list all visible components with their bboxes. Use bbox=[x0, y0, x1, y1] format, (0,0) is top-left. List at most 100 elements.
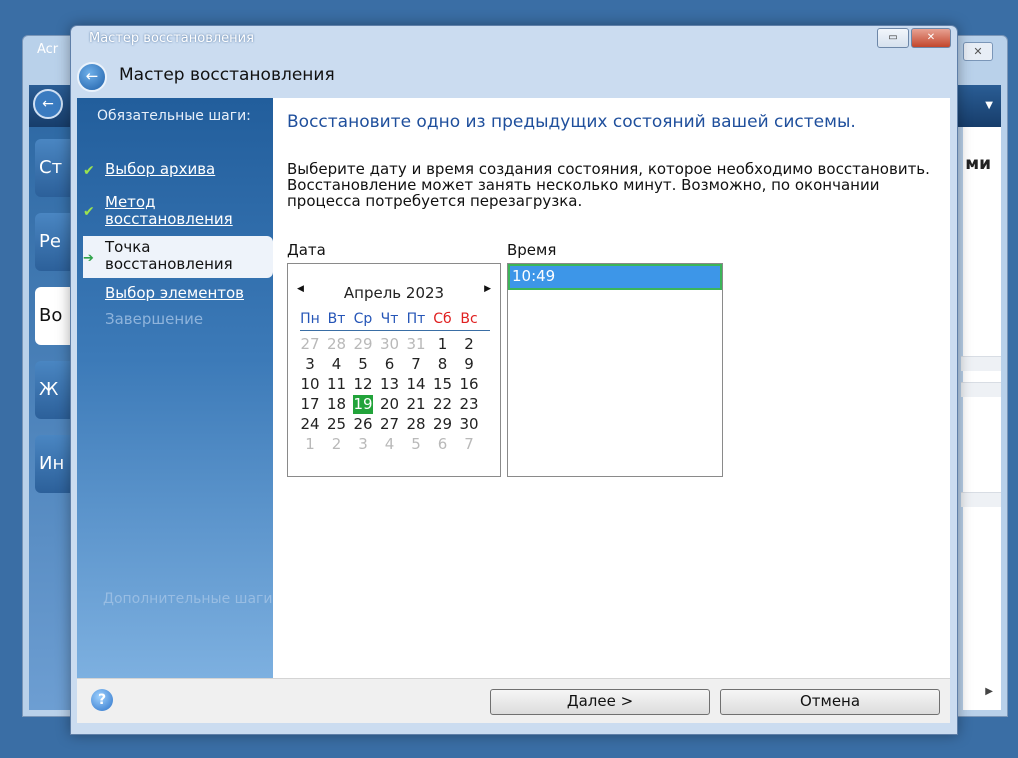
help-icon[interactable]: ? bbox=[91, 689, 113, 711]
next-button[interactable]: Далее > bbox=[490, 689, 710, 715]
calendar-day: 27 bbox=[300, 335, 320, 353]
previous-month-icon[interactable]: ◀ bbox=[297, 284, 304, 294]
step-label[interactable]: Выбор элементов bbox=[105, 285, 244, 302]
calendar-day[interactable]: 28 bbox=[406, 415, 426, 434]
calendar-weekdays: Пн Вт Ср Чт Пт Сб Вс bbox=[300, 310, 490, 331]
step-restore-method[interactable]: ✔ Метод восстановления bbox=[77, 194, 273, 234]
content-description: Выберите дату и время создания состояния… bbox=[287, 160, 930, 210]
window-controls: ▭ ✕ bbox=[877, 28, 951, 48]
calendar-day[interactable]: 11 bbox=[327, 375, 347, 394]
calendar-day[interactable]: 14 bbox=[406, 375, 426, 394]
checkmark-icon: ✔ bbox=[83, 163, 95, 179]
background-dropdown-icon[interactable]: ▼ bbox=[985, 100, 993, 111]
calendar-day: 29 bbox=[353, 335, 373, 353]
close-icon[interactable]: ✕ bbox=[911, 28, 951, 48]
calendar-day[interactable]: 7 bbox=[406, 355, 426, 374]
wizard-steps-sidebar: Обязательные шаги: ✔ Выбор архива ✔ Мето… bbox=[77, 98, 273, 678]
step-label: Точка восстановления bbox=[105, 238, 233, 273]
calendar-day[interactable]: 4 bbox=[327, 355, 347, 374]
date-calendar[interactable]: Апрель 2023 ◀ ▶ Пн Вт Ср Чт Пт Сб Вс 27 28 29 30 3… bbox=[287, 263, 501, 477]
calendar-day[interactable]: 9 bbox=[459, 355, 479, 374]
calendar-day[interactable]: 25 bbox=[327, 415, 347, 434]
calendar-day[interactable]: 12 bbox=[353, 375, 373, 394]
current-step-arrow-icon: ➔ bbox=[83, 251, 94, 266]
calendar-day[interactable]: 8 bbox=[433, 355, 453, 374]
calendar-day[interactable]: 10 bbox=[300, 375, 320, 394]
calendar-day[interactable]: 30 bbox=[459, 415, 479, 434]
required-steps-label: Обязательные шаги: bbox=[97, 108, 251, 124]
step-label[interactable]: Метод восстановления bbox=[105, 194, 255, 228]
content-title: Восстановите одно из предыдущих состояни… bbox=[287, 112, 856, 132]
background-row bbox=[961, 382, 1001, 397]
calendar-day: 2 bbox=[331, 435, 342, 453]
calendar-day[interactable]: 20 bbox=[380, 395, 400, 414]
calendar-header: Апрель 2023 ◀ ▶ bbox=[288, 284, 500, 304]
calendar-day[interactable]: 3 bbox=[300, 355, 320, 374]
calendar-day: 30 bbox=[379, 335, 400, 353]
calendar-day[interactable]: 27 bbox=[380, 415, 400, 434]
calendar-day[interactable]: 1 bbox=[433, 335, 453, 354]
calendar-day[interactable]: 13 bbox=[380, 375, 400, 394]
background-scroll-right-icon[interactable]: ▶ bbox=[985, 686, 993, 697]
cancel-button[interactable]: Отмена bbox=[720, 689, 940, 715]
checkmark-icon: ✔ bbox=[83, 204, 95, 220]
calendar-day: 4 bbox=[384, 435, 395, 453]
calendar-day[interactable]: 5 bbox=[353, 355, 373, 374]
background-window-title: Acr bbox=[37, 42, 59, 57]
background-content-text: ми bbox=[965, 154, 991, 174]
dialog-heading: Мастер восстановления bbox=[119, 65, 335, 85]
weekday-label: Чт bbox=[380, 311, 399, 327]
step-label: Завершение bbox=[105, 310, 204, 328]
background-row bbox=[961, 356, 1001, 371]
calendar-day[interactable]: 15 bbox=[433, 375, 453, 394]
step-restore-point[interactable]: ➔ Точка восстановления bbox=[83, 236, 273, 278]
step-finish: Завершение bbox=[77, 311, 273, 331]
calendar-day: 1 bbox=[305, 435, 315, 453]
weekday-label: Вс bbox=[460, 311, 478, 327]
calendar-month: Апрель 2023 bbox=[343, 284, 445, 302]
background-back-icon[interactable]: ← bbox=[33, 89, 63, 119]
calendar-day: 31 bbox=[406, 335, 426, 353]
dialog-title: Мастер восстановления bbox=[89, 31, 254, 46]
wizard-content: Восстановите одно из предыдущих состояни… bbox=[273, 98, 950, 678]
optional-steps-label: Дополнительные шаги bbox=[103, 591, 273, 607]
calendar-day: 5 bbox=[411, 435, 421, 453]
calendar-day[interactable]: 17 bbox=[300, 395, 320, 414]
back-arrow-icon[interactable]: ← bbox=[77, 62, 107, 92]
weekday-label: Сб bbox=[433, 311, 452, 327]
calendar-day[interactable]: 22 bbox=[433, 395, 453, 414]
calendar-day: 6 bbox=[437, 435, 448, 453]
dialog-footer: ? Далее > Отмена bbox=[77, 678, 950, 723]
restore-wizard-dialog: Мастер восстановления ▭ ✕ ← Мастер восст… bbox=[70, 25, 958, 735]
calendar-day[interactable]: 19 bbox=[353, 395, 373, 414]
weekday-label: Пн bbox=[300, 311, 320, 327]
calendar-day[interactable]: 18 bbox=[327, 395, 347, 414]
calendar-day[interactable]: 23 bbox=[459, 395, 479, 414]
next-month-icon[interactable]: ▶ bbox=[484, 284, 491, 294]
time-label: Время bbox=[507, 241, 557, 259]
calendar-day[interactable]: 2 bbox=[459, 335, 479, 354]
dialog-client-area: Обязательные шаги: ✔ Выбор архива ✔ Мето… bbox=[77, 98, 950, 723]
step-label[interactable]: Выбор архива bbox=[105, 161, 215, 178]
weekday-label: Вт bbox=[327, 311, 346, 327]
restore-window-icon[interactable]: ▭ bbox=[877, 28, 909, 48]
calendar-day[interactable]: 16 bbox=[459, 375, 479, 394]
calendar-day[interactable]: 6 bbox=[380, 355, 400, 374]
background-content bbox=[963, 127, 1001, 710]
background-close-icon[interactable]: ✕ bbox=[963, 42, 993, 61]
calendar-day[interactable]: 21 bbox=[406, 395, 426, 414]
time-list[interactable]: 10:49 bbox=[507, 263, 723, 477]
step-select-items[interactable]: Выбор элементов bbox=[77, 285, 273, 305]
step-archive[interactable]: ✔ Выбор архива bbox=[77, 161, 273, 181]
date-label: Дата bbox=[287, 241, 326, 259]
calendar-day: 28 bbox=[326, 335, 347, 353]
background-row bbox=[961, 492, 1001, 507]
calendar-day[interactable]: 29 bbox=[433, 415, 453, 434]
calendar-day: 7 bbox=[464, 435, 474, 453]
calendar-day: 3 bbox=[358, 435, 368, 453]
time-item[interactable]: 10:49 bbox=[508, 264, 722, 290]
calendar-day[interactable]: 24 bbox=[300, 415, 320, 434]
calendar-day[interactable]: 26 bbox=[353, 415, 373, 434]
weekday-label: Пт bbox=[406, 311, 426, 327]
weekday-label: Ср bbox=[353, 311, 373, 327]
